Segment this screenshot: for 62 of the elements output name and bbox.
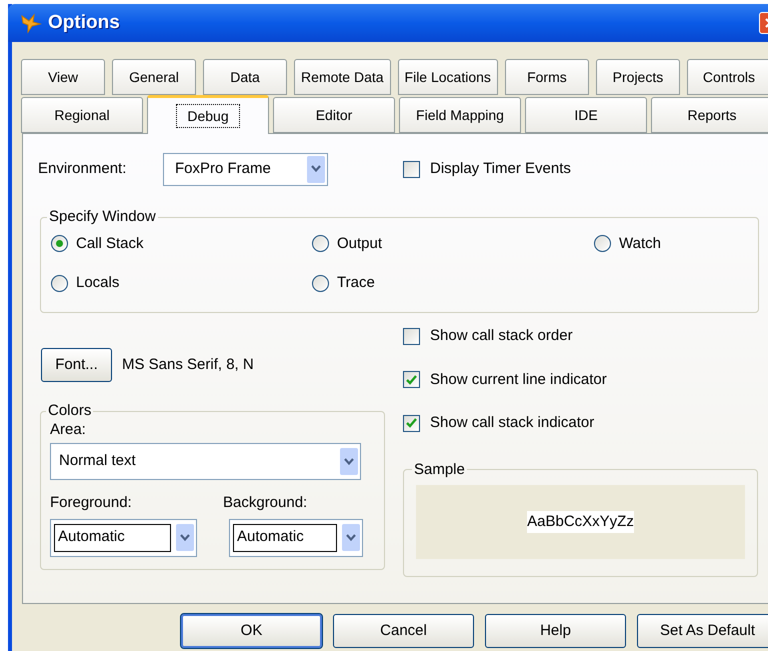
chevron-icon [311,165,321,173]
fox-icon [20,12,42,34]
tab[interactable]: Editor [273,97,395,133]
dropdown-arrow-button[interactable] [176,524,194,551]
radio-label: Call Stack [76,234,144,254]
checkbox-label: Show call stack order [430,326,573,346]
checkmark-icon [406,374,417,385]
area-label: Area: [50,420,87,440]
button[interactable]: OK [181,614,322,648]
dropdown-arrow-button[interactable] [342,524,360,551]
dropdown-arrow-button[interactable] [307,156,325,182]
radio-label: Output [337,234,382,254]
tab[interactable]: Reports [651,97,768,133]
checkbox[interactable] [403,371,420,388]
button[interactable]: Cancel [333,614,474,648]
sample-text: AaBbCcXxYyZz [527,510,634,534]
tab[interactable]: Projects [596,59,680,95]
checkbox[interactable] [403,328,420,345]
background-label: Background: [223,493,308,513]
group-label: Specify Window [48,207,157,227]
button[interactable]: Set As Default [637,614,768,648]
tab[interactable]: View [21,59,106,95]
foreground-dropdown[interactable]: Automatic [50,518,197,556]
chevron-icon [180,534,190,542]
checkbox-label: Show call stack indicator [430,413,594,433]
tab[interactable]: General [112,59,196,95]
tab[interactable]: Forms [504,59,589,95]
checkbox[interactable] [403,414,420,432]
font-button[interactable]: Font... [41,348,112,382]
radio-button[interactable] [51,235,68,252]
environment-label: Environment: [38,158,128,179]
radio-button[interactable] [312,274,329,292]
chevron-icon [346,534,356,542]
button[interactable]: Help [485,614,626,648]
dropdown-arrow-button[interactable] [340,448,358,475]
foreground-label: Foreground: [50,493,133,513]
window-title: Options [48,10,120,35]
checkbox-label: Show current line indicator [430,370,607,390]
tab[interactable]: Debug [147,95,269,134]
radio-label: Trace [337,273,375,293]
checkmark-icon [406,418,417,428]
area-dropdown[interactable]: Normal text [50,443,361,480]
checkbox[interactable] [403,160,420,178]
radio-label: Watch [619,234,661,254]
radio-button[interactable] [51,274,68,292]
group-label: Sample [413,460,466,480]
tab[interactable]: Field Mapping [399,97,521,133]
tab[interactable]: Controls [686,59,768,95]
font-value: MS Sans Serif, 8, N [122,354,254,375]
environment-dropdown[interactable]: FoxPro Frame [163,152,328,186]
checkbox-label: Display Timer Events [430,158,571,179]
tab[interactable]: Data [203,59,288,95]
radio-button[interactable] [312,235,329,252]
tab[interactable]: Remote Data [294,59,391,95]
group-label: Colors [47,401,92,421]
radio-button[interactable] [594,235,611,252]
tab[interactable]: Regional [21,97,143,133]
radio-label: Locals [76,273,120,293]
background-dropdown[interactable]: Automatic [229,518,363,556]
tab[interactable]: IDE [525,97,647,133]
chevron-icon [344,458,354,466]
tab[interactable]: File Locations [398,59,498,95]
